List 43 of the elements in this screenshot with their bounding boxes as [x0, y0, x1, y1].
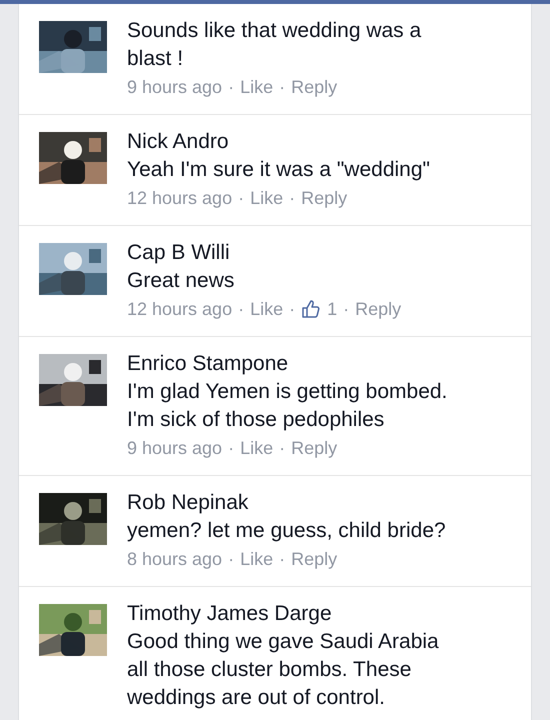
author-name[interactable]: Rob Nepinak: [127, 489, 446, 517]
action-link[interactable]: Reply: [291, 434, 338, 462]
action-link[interactable]: Reply: [301, 184, 348, 212]
action-link[interactable]: Reply: [355, 295, 402, 323]
timestamp: 8 hours ago: [127, 548, 222, 571]
separator-dot: ·: [343, 298, 350, 321]
like-count: 1: [327, 298, 338, 321]
separator-dot: ·: [279, 76, 286, 99]
separator-dot: ·: [228, 437, 234, 460]
comment-text: Yeah I'm sure it was a "wedding": [127, 157, 430, 183]
thumbs-up-icon: [301, 299, 322, 319]
comment-text: weddings are out of control.: [127, 685, 386, 711]
comment-text: yemen? let me guess, child bride?: [127, 518, 446, 544]
action-link[interactable]: Like: [240, 73, 274, 101]
timestamp: 9 hours ago: [127, 76, 222, 99]
action-link[interactable]: Reply: [291, 73, 338, 101]
comment-text: I'm glad Yemen is getting bombed.: [127, 379, 448, 405]
comment-text: all those cluster bombs. These: [127, 657, 412, 683]
separator-dot: ·: [289, 187, 296, 210]
author-name[interactable]: Enrico Stampone: [127, 350, 448, 378]
timestamp: 9 hours ago: [127, 437, 222, 460]
comment-text: Great news: [127, 268, 236, 294]
action-link[interactable]: Like: [250, 295, 284, 323]
separator-dot: ·: [228, 548, 234, 571]
separator-dot: ·: [289, 298, 296, 321]
comment-text: blast !: [127, 46, 184, 72]
action-link[interactable]: Like: [240, 545, 274, 573]
author-name[interactable]: Cap B Willi: [127, 239, 402, 267]
separator-dot: ·: [238, 298, 244, 321]
comment-text: Good thing we gave Saudi Arabia: [127, 629, 439, 655]
author-name[interactable]: Timothy James Darge: [127, 600, 439, 628]
comment-text: Sounds like that wedding was a: [127, 18, 422, 44]
action-link[interactable]: Like: [250, 184, 284, 212]
author-name[interactable]: Nick Andro: [127, 128, 430, 156]
action-link[interactable]: Like: [240, 434, 274, 462]
comment-text: I'm sick of those pedophiles: [127, 407, 386, 433]
timestamp: 12 hours ago: [127, 298, 232, 321]
separator-dot: ·: [279, 437, 286, 460]
separator-dot: ·: [228, 76, 234, 99]
separator-dot: ·: [238, 187, 244, 210]
action-link[interactable]: Reply: [291, 545, 338, 573]
timestamp: 12 hours ago: [127, 187, 232, 210]
separator-dot: ·: [279, 548, 286, 571]
